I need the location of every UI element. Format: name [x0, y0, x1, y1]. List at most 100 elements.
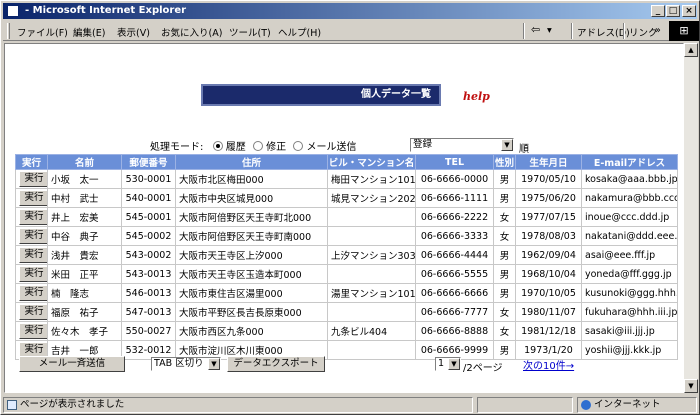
cell-addr: 大阪市西区九条000 [175, 321, 328, 341]
execute-cell: 実行 [15, 264, 48, 284]
cell-addr: 大阪市阿倍野区天王寺町北000 [175, 207, 328, 227]
page-select[interactable]: 1 ▼ [435, 357, 461, 371]
execute-button[interactable]: 実行 [19, 247, 47, 263]
execute-cell: 実行 [15, 283, 48, 303]
scroll-up-icon[interactable]: ▲ [684, 43, 698, 57]
cell-email: fukuhara@hhh.iii.jp [581, 302, 678, 322]
col-header-dob: 生年月日 [515, 154, 582, 170]
col-header-execute: 実行 [15, 154, 48, 170]
mode-history-radio[interactable] [212, 141, 223, 151]
links-more-icon[interactable]: » [655, 25, 661, 36]
cell-name: 浅井 貴宏 [47, 245, 122, 265]
browser-window: - Microsoft Internet Explorer _ □ × ファイル… [0, 0, 700, 415]
execute-cell: 実行 [15, 207, 48, 227]
back-dropdown-icon[interactable]: ▾ [547, 25, 552, 36]
cell-tel: 06-6666-3333 [415, 226, 494, 246]
table-row: 実行 中村 武士 540-0001 大阪市中央区城見000 城見マンション202 06-6… [15, 188, 678, 208]
cell-zip: 543-0002 [121, 245, 176, 265]
cell-bldg: 九条ビル404 [327, 321, 416, 341]
menu-edit[interactable]: 編集(E) [73, 25, 105, 39]
cell-name: 佐々木 孝子 [47, 321, 122, 341]
execute-cell: 実行 [15, 188, 48, 208]
execute-cell: 実行 [15, 169, 48, 189]
data-export-button[interactable]: データエクスポート [227, 356, 325, 372]
ie-app-icon [7, 5, 19, 17]
cell-addr: 大阪市平野区長吉長原東000 [175, 302, 328, 322]
page-content: 個人データ一覧 help 処理モード: 履歴 修正 メール送信 登録 ▼ 順 実… [4, 43, 684, 393]
execute-cell: 実行 [15, 321, 48, 341]
cell-bldg [327, 264, 416, 284]
bulk-mail-button[interactable]: メール一斉送信 [19, 356, 125, 372]
execute-button[interactable]: 実行 [19, 209, 47, 225]
cell-addr: 大阪市天王寺区上汐000 [175, 245, 328, 265]
scroll-down-icon[interactable]: ▼ [684, 379, 698, 393]
page-select-value: 1 [438, 358, 445, 369]
chevron-down-icon: ▼ [501, 139, 513, 151]
page-count: /2ページ [463, 363, 503, 374]
table-row: 実行 福原 祐子 547-0013 大阪市平野区長吉長原東000 06-6666-777… [15, 302, 678, 322]
cell-name: 米田 正平 [47, 264, 122, 284]
mode-label: 処理モード: [150, 142, 204, 153]
cell-bldg: 梅田マンション101 [327, 169, 416, 189]
execute-button[interactable]: 実行 [19, 171, 47, 187]
execute-button[interactable]: 実行 [19, 228, 47, 244]
execute-cell: 実行 [15, 245, 48, 265]
menu-file[interactable]: ファイル(F) [17, 25, 68, 39]
cell-dob: 1970/05/10 [515, 169, 582, 189]
execute-button[interactable]: 実行 [19, 190, 47, 206]
execute-button[interactable]: 実行 [19, 323, 47, 339]
cell-zip: 545-0002 [121, 226, 176, 246]
mode-mail-label: メール送信 [306, 142, 357, 153]
maximize-button[interactable]: □ [666, 5, 680, 17]
cell-zip: 543-0013 [121, 264, 176, 284]
cell-sex: 男 [493, 264, 516, 284]
cell-name: 井上 宏美 [47, 207, 122, 227]
mode-edit-radio[interactable] [252, 141, 263, 151]
cell-addr: 大阪市天王寺区玉造本町000 [175, 264, 328, 284]
next-page-link[interactable]: 次の10件→ [523, 357, 574, 372]
cell-tel: 06-6666-5555 [415, 264, 494, 284]
cell-addr: 大阪市東住吉区湯里000 [175, 283, 328, 303]
zone-label: インターネット [594, 399, 661, 410]
cell-sex: 男 [493, 245, 516, 265]
menu-view[interactable]: 表示(V) [117, 25, 150, 39]
cell-email: nakamura@bbb.ccc.jp [581, 188, 678, 208]
cell-bldg: 湯里マンション101 [327, 283, 416, 303]
toolbar-grip[interactable] [7, 23, 10, 39]
cell-bldg [327, 340, 416, 360]
back-arrow-icon[interactable]: ⇦ [531, 23, 540, 36]
sort-order-select[interactable]: 登録 ▼ [410, 138, 514, 152]
cell-sex: 女 [493, 207, 516, 227]
export-format-select[interactable]: TAB 区切り ▼ [151, 357, 221, 371]
menu-tools[interactable]: ツール(T) [229, 25, 271, 39]
title-bar: - Microsoft Internet Explorer _ □ × [3, 3, 697, 19]
cell-name: 福原 祐子 [47, 302, 122, 322]
execute-button[interactable]: 実行 [19, 304, 47, 320]
cell-zip: 547-0013 [121, 302, 176, 322]
globe-icon [581, 399, 591, 410]
execute-button[interactable]: 実行 [19, 266, 47, 282]
mode-mail-radio[interactable] [293, 141, 304, 151]
status-text: ページが表示されました [3, 397, 473, 413]
links-label[interactable]: リンク [629, 25, 658, 39]
minimize-button[interactable]: _ [651, 5, 665, 17]
cell-tel: 06-6666-7777 [415, 302, 494, 322]
cell-zip: 530-0001 [121, 169, 176, 189]
close-button[interactable]: × [682, 5, 696, 17]
sort-order-value: 登録 [413, 139, 433, 150]
cell-addr: 大阪市中央区城見000 [175, 188, 328, 208]
help-link[interactable]: help [463, 90, 490, 103]
address-label[interactable]: アドレス(D) [577, 25, 630, 39]
execute-button[interactable]: 実行 [19, 285, 47, 301]
menu-help[interactable]: ヘルプ(H) [278, 25, 321, 39]
toolbar-separator [523, 23, 525, 39]
menu-favorites[interactable]: お気に入り(A) [161, 25, 222, 39]
cell-bldg: 上汐マンション303 [327, 245, 416, 265]
cell-zip: 540-0001 [121, 188, 176, 208]
cell-bldg [327, 226, 416, 246]
cell-zip: 545-0001 [121, 207, 176, 227]
vertical-scrollbar[interactable]: ▲ ▼ [684, 43, 698, 393]
cell-dob: 1975/06/20 [515, 188, 582, 208]
security-zone: インターネット [577, 397, 697, 413]
cell-dob: 1970/10/05 [515, 283, 582, 303]
